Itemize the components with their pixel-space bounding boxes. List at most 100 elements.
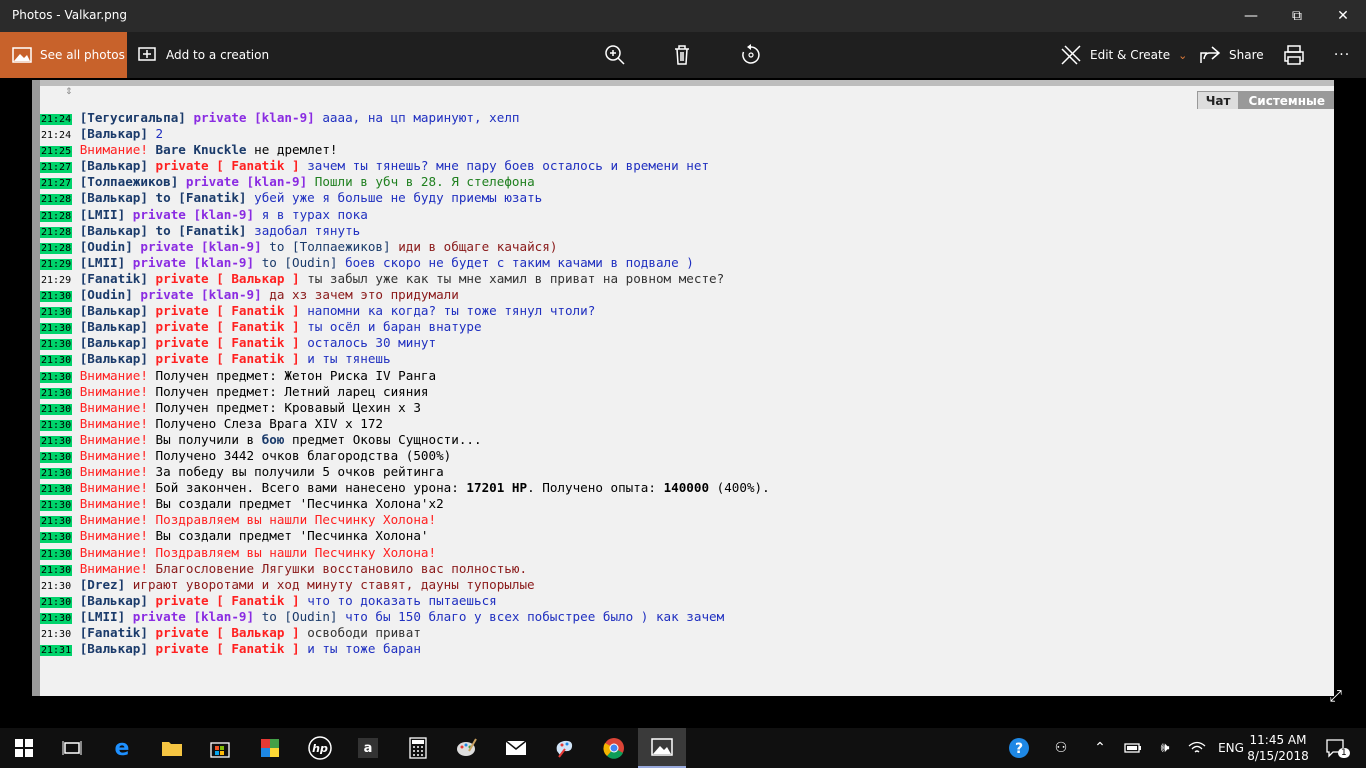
chat-segment: private [ Fanatik ]: [155, 641, 308, 657]
chat-segment: [Fanatik]: [79, 625, 156, 640]
print-button[interactable]: [1274, 32, 1314, 78]
start-button[interactable]: [0, 728, 48, 768]
people-icon[interactable]: ⚇: [1046, 728, 1076, 768]
chat-line: 21:30 [Валькар] private [ Fanatik ] напо…: [40, 303, 1334, 319]
delete-button[interactable]: [662, 32, 702, 78]
fullscreen-icon[interactable]: ⤢: [1329, 686, 1342, 706]
photos-taskbar-icon[interactable]: [638, 728, 686, 768]
chat-segment: Получено Слеза Врага XIV x 172: [155, 415, 383, 431]
chat-timestamp: 21:30: [40, 516, 73, 528]
chat-timestamp: 21:29: [41, 274, 72, 286]
wifi-icon[interactable]: [1184, 728, 1210, 768]
chat-segment: ты забыл уже как ты мне хамил в приват н…: [307, 270, 725, 286]
tab-chat[interactable]: Чат: [1196, 91, 1240, 109]
chat-segment: Внимание!: [79, 544, 156, 560]
chat-segment: [Oudin]: [79, 238, 141, 254]
toolbar: See all photos Add to a creation Edit & …: [0, 32, 1366, 78]
chat-segment: to [Fanatik]: [155, 222, 255, 238]
chat-line: 21:30 Внимание! Поздравляем вы нашли Пес…: [40, 545, 1334, 561]
chat-segment: Вы получили в: [155, 431, 262, 447]
add-to-creation-button[interactable]: Add to a creation: [138, 32, 269, 78]
store-icon[interactable]: [196, 728, 244, 768]
share-button[interactable]: Share: [1199, 32, 1264, 78]
chat-timestamp: 21:30: [40, 355, 73, 367]
zoom-button[interactable]: [595, 32, 635, 78]
chat-segment: и ты тоже баран: [307, 641, 421, 657]
edge-icon[interactable]: e: [98, 728, 146, 768]
chat-line: 21:30 Внимание! Благословение Лягушки во…: [40, 561, 1334, 577]
more-button[interactable]: ···: [1322, 32, 1362, 78]
chat-segment: private [klan-9]: [185, 174, 315, 190]
chat-segment: что то доказать пытаешься: [307, 592, 497, 608]
language-indicator[interactable]: ENG: [1214, 728, 1248, 768]
zoom-in-icon: [605, 45, 625, 65]
edit-create-button[interactable]: Edit & Create ⌄: [1060, 32, 1187, 78]
paint3d-icon[interactable]: [540, 728, 588, 768]
chat-segment: Внимание!: [79, 528, 156, 544]
chat-segment: . Получено опыта:: [527, 480, 664, 496]
volume-icon[interactable]: 🕪: [1152, 728, 1178, 768]
photos-icon: [12, 47, 32, 63]
chat-segment: private [ Fanatik ]: [155, 158, 308, 174]
add-creation-icon: [138, 47, 156, 61]
chat-timestamp: 21:30: [40, 484, 73, 496]
image-viewer: ⇕ Чат Системные 21:24 [Тегусигальпа] pri…: [0, 78, 1366, 728]
chat-line: 21:30 Внимание! Получено Слеза Врага XIV…: [40, 416, 1334, 432]
chat-segment: Поздравляем вы нашли Песчинку Холона!: [155, 512, 437, 528]
chat-segment: зачем ты тянешь? мне пару боев осталось …: [307, 158, 710, 174]
chat-line: 21:30 Внимание! Получен предмет: Жетон Р…: [40, 368, 1334, 384]
see-all-photos-label: See all photos: [40, 48, 125, 62]
chat-timestamp: 21:28: [40, 226, 73, 238]
chat-line: 21:27 [Валькар] private [ Fanatik ] заче…: [40, 158, 1334, 174]
chat-segment: Пошли в убч в 28. Я стелефона: [314, 174, 535, 190]
printer-icon: [1284, 45, 1304, 65]
chat-line: 21:30 [Валькар] private [ Fanatik ] ты о…: [40, 319, 1334, 335]
maximize-button[interactable]: ⧉: [1274, 0, 1320, 32]
chat-line: 21:28 [Валькар] to [Fanatik] убей уже я …: [40, 190, 1334, 206]
chat-segment: Поздравляем вы нашли Песчинку Холона!: [155, 544, 437, 560]
chat-segment: задобал тянуть: [254, 222, 361, 238]
file-explorer-icon[interactable]: [148, 728, 196, 768]
close-button[interactable]: ✕: [1320, 0, 1366, 32]
chat-segment: играют уворотами и ход минуту ставят, да…: [132, 576, 535, 592]
chat-line: 21:30 Внимание! Бой закончен. Всего вами…: [40, 480, 1334, 496]
amazon-icon[interactable]: a: [344, 728, 392, 768]
chat-segment: боев скоро не будет с таким качами в под…: [345, 254, 694, 270]
chat-segment: Внимание!: [79, 383, 156, 399]
chat-segment: private [ Fanatik ]: [155, 319, 308, 335]
chat-segment: [Валькар]: [79, 190, 156, 206]
notification-count: 1: [1338, 748, 1350, 758]
chat-segment: [Валькар]: [79, 592, 156, 608]
tab-system[interactable]: Системные: [1239, 91, 1334, 109]
see-all-photos-button[interactable]: See all photos: [0, 32, 127, 78]
minimize-button[interactable]: —: [1228, 0, 1274, 32]
photo-left-border: [32, 80, 40, 696]
chat-segment: private [ Валькар ]: [155, 270, 308, 286]
chevron-up-icon[interactable]: ⌃: [1088, 728, 1112, 768]
chat-timestamp: 21:30: [40, 564, 73, 576]
paint-palette-icon[interactable]: [442, 728, 490, 768]
chrome-icon[interactable]: [590, 728, 638, 768]
chat-segment: Вы создали предмет 'Песчинка Холона': [155, 528, 429, 544]
chat-segment: private [klan-9]: [140, 238, 270, 254]
edit-icon: [1061, 45, 1081, 65]
clock[interactable]: 11:45 AM 8/15/2018: [1245, 732, 1311, 764]
chat-segment: я в турах пока: [261, 206, 368, 222]
hp-icon[interactable]: hp: [296, 728, 344, 768]
chat-segment: [LMII]: [79, 608, 133, 624]
chat-line: 21:30 [LMII] private [klan-9] to [Oudin]…: [40, 609, 1334, 625]
mail-icon[interactable]: [492, 728, 540, 768]
chat-timestamp: 21:30: [40, 596, 73, 608]
task-view-icon[interactable]: [48, 728, 96, 768]
battery-icon[interactable]: [1120, 728, 1146, 768]
calculator-icon[interactable]: [394, 728, 442, 768]
action-center-button[interactable]: 1: [1318, 728, 1354, 768]
title-bar: Photos - Valkar.png — ⧉ ✕: [0, 0, 1366, 32]
chat-line: 21:30 [Валькар] private [ Fanatik ] и ты…: [40, 351, 1334, 367]
chat-timestamp: 21:30: [40, 612, 73, 624]
rotate-button[interactable]: [731, 32, 771, 78]
paint-app-icon[interactable]: [246, 728, 294, 768]
chat-segment: убей уже я больше не буду приемы юзать: [254, 190, 543, 206]
chat-line: 21:30 Внимание! Вы создали предмет 'Песч…: [40, 496, 1334, 512]
help-icon[interactable]: ?: [1003, 728, 1035, 768]
